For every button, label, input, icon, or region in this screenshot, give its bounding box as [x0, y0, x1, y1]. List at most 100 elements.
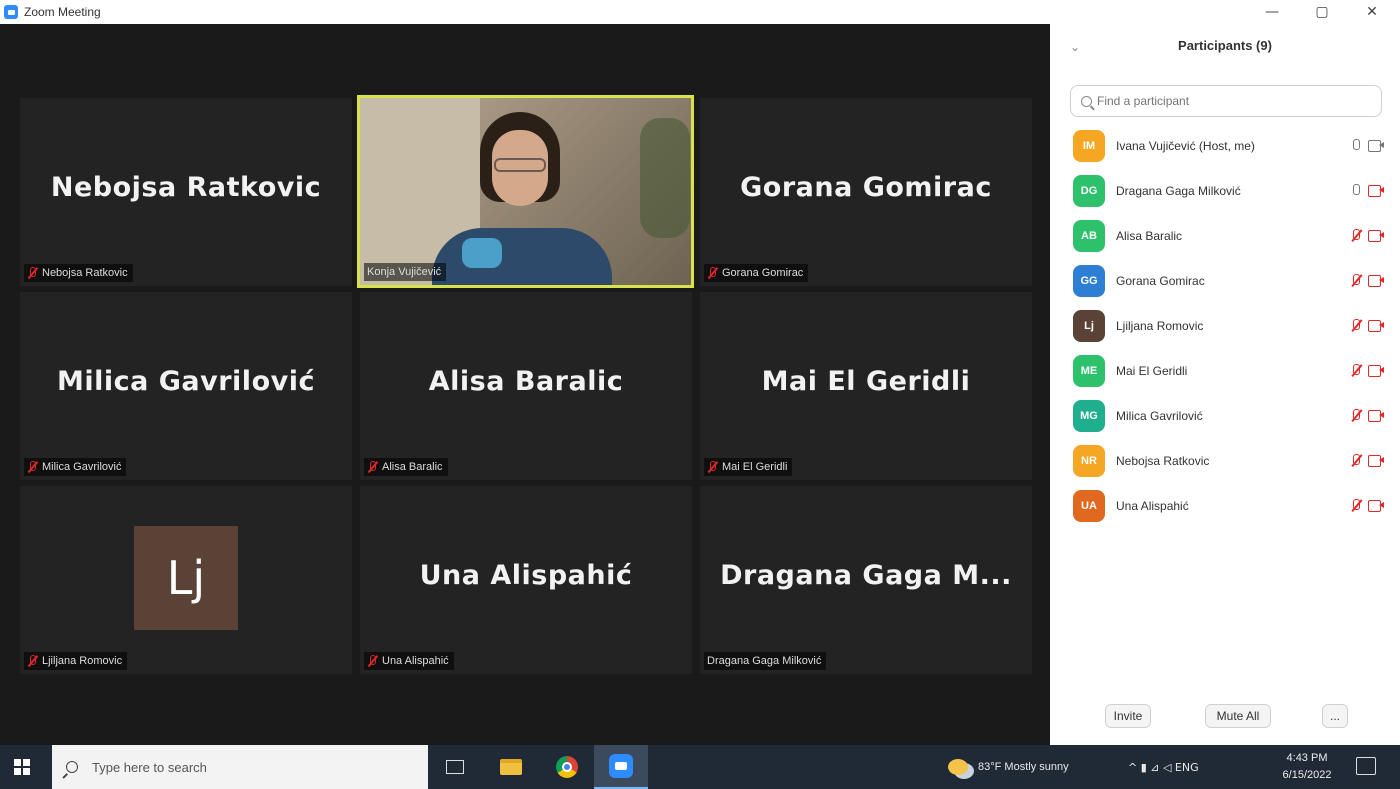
windows-taskbar: Type here to search 83°F Mostly sunny ^ …: [0, 745, 1400, 789]
nameplate-label: Gorana Gomirac: [722, 267, 804, 279]
participant-name: Una Alispahić: [1116, 498, 1189, 513]
weather-text: 83°F Mostly sunny: [978, 761, 1069, 773]
participant-avatar: GG: [1073, 264, 1105, 297]
nameplate: Mai El Geridli: [704, 458, 793, 476]
mic-muted-icon[interactable]: [1350, 454, 1362, 468]
zoom-icon: [609, 754, 633, 778]
video-icon[interactable]: [1368, 139, 1386, 152]
nameplate-label: Alisa Baralic: [382, 461, 443, 473]
nameplate: Konja Vujičević: [364, 263, 447, 281]
participant-name: Mai El Geridli: [1116, 363, 1188, 378]
file-explorer-button[interactable]: [484, 745, 538, 789]
participants-panel: ⌄ Participants (9) IMIvana Vujičević (Ho…: [1050, 24, 1400, 745]
participant-row[interactable]: UA Una Alispahić: [1050, 483, 1400, 528]
window-title: Zoom Meeting: [24, 5, 101, 19]
participant-name: Ljiljana Romovic: [1116, 318, 1204, 333]
video-tile[interactable]: Alisa Baralic Alisa Baralic: [360, 292, 692, 480]
participant-name: Nebojsa Ratkovic: [1116, 453, 1210, 468]
chrome-icon: [556, 756, 578, 778]
mic-icon[interactable]: [1350, 139, 1362, 153]
video-tile[interactable]: Gorana Gomirac Gorana Gomirac: [700, 98, 1032, 286]
mic-muted-icon[interactable]: [1350, 409, 1362, 423]
participants-title: Participants (9): [1178, 38, 1272, 53]
video-off-icon[interactable]: [1368, 454, 1386, 467]
taskbar-search[interactable]: Type here to search: [52, 745, 428, 789]
close-button[interactable]: ✕: [1347, 0, 1397, 24]
video-off-icon[interactable]: [1368, 319, 1386, 332]
more-options-button[interactable]: ...: [1322, 704, 1348, 728]
chrome-button[interactable]: [540, 745, 594, 789]
mic-muted-icon[interactable]: [1350, 319, 1362, 333]
participant-avatar: Lj: [1073, 309, 1105, 342]
nameplate: Dragana Gaga Milković: [704, 652, 827, 670]
nameplate: Alisa Baralic: [364, 458, 448, 476]
video-tile[interactable]: Una Alispahić Una Alispahić: [360, 486, 692, 674]
weather-icon: [948, 759, 968, 775]
system-tray-icons[interactable]: ^ ▮ ⊿ ◁ ENG: [1128, 745, 1199, 789]
minimize-button[interactable]: —: [1247, 0, 1297, 24]
participant-video: [360, 98, 691, 285]
participant-row[interactable]: IM Ivana Vujičević (Host, me): [1050, 123, 1400, 168]
participant-avatar: IM: [1073, 129, 1105, 162]
video-off-icon[interactable]: [1368, 499, 1386, 512]
mic-muted-icon[interactable]: [1350, 499, 1362, 513]
video-tile[interactable]: Mai El Geridli Mai El Geridli: [700, 292, 1032, 480]
mic-muted-icon[interactable]: [1350, 364, 1362, 378]
participant-avatar: NR: [1073, 444, 1105, 477]
mic-muted-icon[interactable]: [1350, 229, 1362, 243]
mic-muted-icon: [27, 655, 37, 667]
nameplate: Gorana Gomirac: [704, 264, 809, 282]
mute-all-button[interactable]: Mute All: [1205, 704, 1271, 728]
participant-row[interactable]: ME Mai El Geridli: [1050, 348, 1400, 393]
invite-button[interactable]: Invite: [1105, 704, 1151, 728]
zoom-app-icon: [4, 5, 18, 19]
clock-time: 4:43 PM: [1286, 752, 1328, 764]
video-tile[interactable]: Nebojsa Ratkovic Nebojsa Ratkovic: [20, 98, 352, 286]
participant-row[interactable]: DG Dragana Gaga Milković: [1050, 168, 1400, 213]
mic-icon[interactable]: [1350, 184, 1362, 198]
mic-muted-icon[interactable]: [1350, 274, 1362, 288]
nameplate-label: Ljiljana Romovic: [42, 655, 123, 667]
taskbar-clock[interactable]: 4:43 PM 6/15/2022: [1272, 750, 1342, 784]
video-off-icon[interactable]: [1368, 229, 1386, 242]
participant-avatar: MG: [1073, 399, 1105, 432]
participant-name: Ivana Vujičević (Host, me): [1116, 138, 1255, 153]
nameplate: Una Alispahić: [364, 652, 454, 670]
participant-row[interactable]: AB Alisa Baralic: [1050, 213, 1400, 258]
participant-name: Gorana Gomirac: [1116, 273, 1205, 288]
video-gallery: Nebojsa Ratkovic Nebojsa Ratkovic Konja …: [0, 24, 1050, 745]
mic-muted-icon: [367, 655, 377, 667]
participant-avatar: Lj: [134, 526, 238, 630]
participant-name: Milica Gavrilović: [1116, 408, 1203, 423]
video-tile[interactable]: Lj Ljiljana Romovic: [20, 486, 352, 674]
video-tile[interactable]: Dragana Gaga M... Dragana Gaga Milković: [700, 486, 1032, 674]
participant-display-name: Alisa Baralic: [428, 366, 624, 397]
participant-row[interactable]: Lj Ljiljana Romovic: [1050, 303, 1400, 348]
video-off-icon[interactable]: [1368, 409, 1386, 422]
task-view-button[interactable]: [428, 745, 482, 789]
video-tile[interactable]: Milica Gavrilović Milica Gavrilović: [20, 292, 352, 480]
nameplate-label: Mai El Geridli: [722, 461, 788, 473]
nameplate-label: Dragana Gaga Milković: [707, 655, 822, 667]
notification-center-icon[interactable]: [1356, 757, 1376, 775]
start-button[interactable]: [14, 759, 30, 775]
video-off-icon[interactable]: [1368, 184, 1386, 197]
nameplate: Nebojsa Ratkovic: [24, 264, 133, 282]
video-off-icon[interactable]: [1368, 274, 1386, 287]
participant-search-input[interactable]: [1097, 94, 1367, 108]
maximize-button[interactable]: ▢: [1297, 0, 1347, 24]
participant-search[interactable]: [1070, 85, 1382, 117]
participant-avatar: ME: [1073, 354, 1105, 387]
zoom-taskbar-button[interactable]: [594, 745, 648, 789]
weather-widget[interactable]: 83°F Mostly sunny: [948, 745, 1069, 789]
nameplate-label: Una Alispahić: [382, 655, 449, 667]
video-off-icon[interactable]: [1368, 364, 1386, 377]
participant-display-name: Dragana Gaga M...: [720, 560, 1012, 591]
participant-row[interactable]: MG Milica Gavrilović: [1050, 393, 1400, 438]
active-speaker-tile[interactable]: Konja Vujičević: [357, 95, 694, 288]
participant-row[interactable]: NR Nebojsa Ratkovic: [1050, 438, 1400, 483]
mic-muted-icon: [27, 461, 37, 473]
participant-row[interactable]: GG Gorana Gomirac: [1050, 258, 1400, 303]
participant-avatar: DG: [1073, 174, 1105, 207]
task-view-icon: [446, 760, 464, 774]
